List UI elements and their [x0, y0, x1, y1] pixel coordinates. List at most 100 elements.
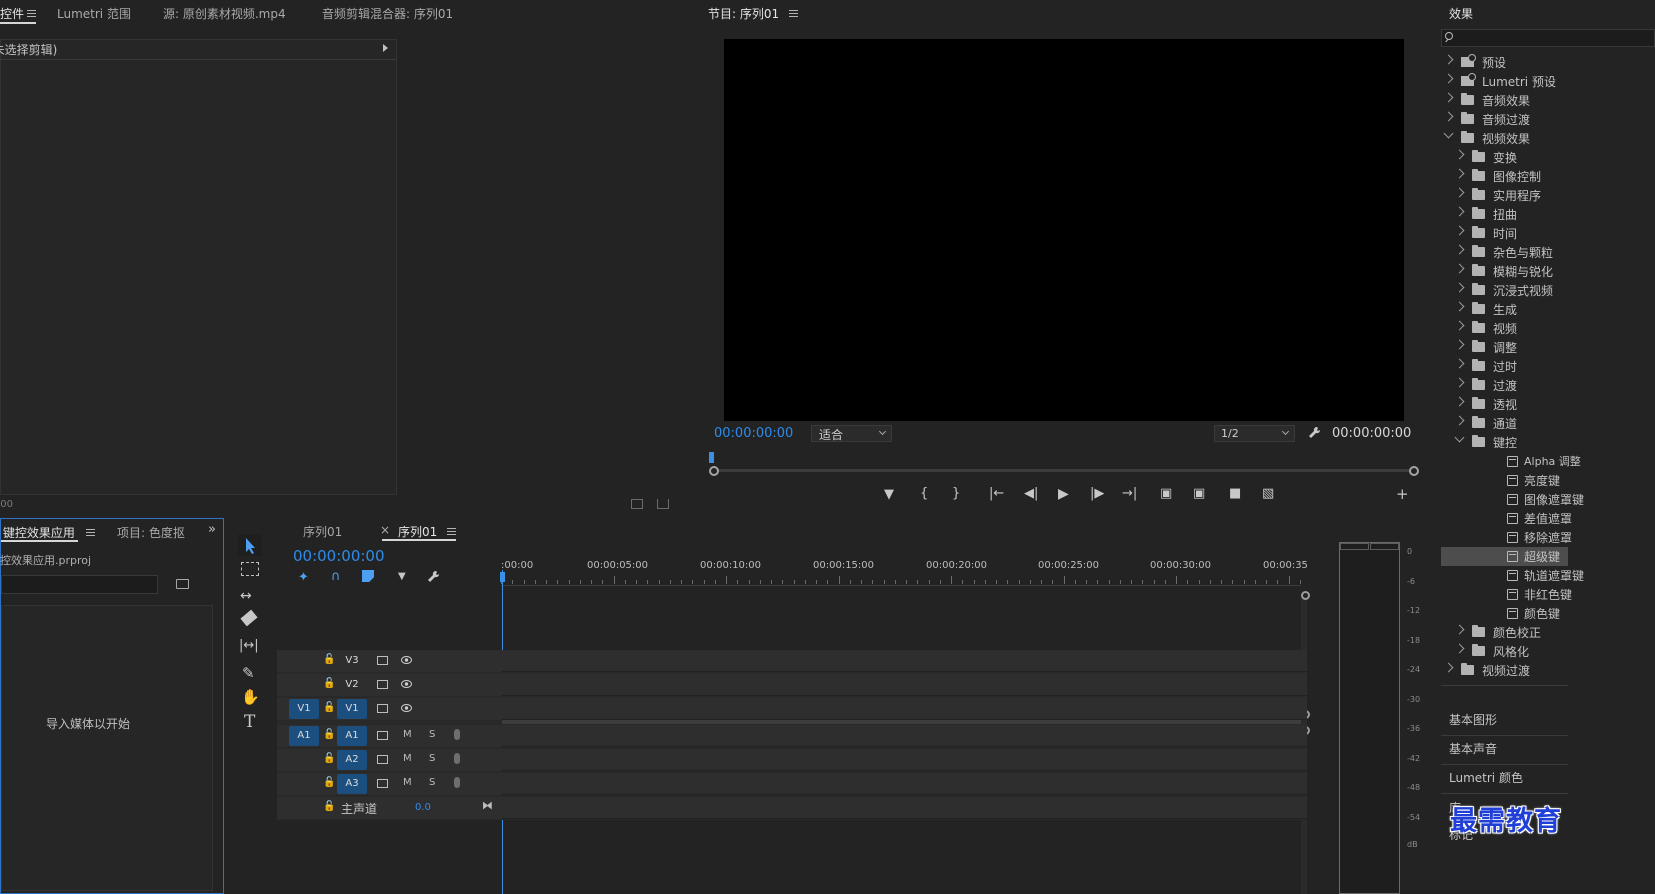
track-v1[interactable]: V1 🔓 V1 — [277, 698, 1307, 720]
film-icon[interactable] — [377, 731, 388, 740]
export-frame-icon[interactable] — [631, 499, 643, 509]
lock-icon[interactable]: 🔓 — [323, 654, 335, 665]
effects-tree-item[interactable]: 通道 — [1441, 414, 1568, 433]
ripple-edit-tool-icon[interactable]: ↔ — [240, 588, 252, 604]
zoom-fit-select[interactable]: 适合 — [811, 425, 892, 442]
chevron-right-icon[interactable] — [1454, 282, 1465, 293]
film-icon[interactable] — [377, 779, 388, 788]
effects-tree-item[interactable]: 亮度键 — [1441, 471, 1568, 490]
scrub-start-handle[interactable] — [709, 466, 719, 476]
effects-tree-item[interactable]: 实用程序 — [1441, 186, 1568, 205]
close-tab-icon[interactable]: × — [380, 523, 390, 537]
video-audio-divider[interactable] — [502, 720, 1301, 724]
add-marker-timeline-icon[interactable]: ▼ — [398, 571, 406, 582]
chevron-right-icon[interactable] — [1443, 73, 1454, 84]
go-to-end-icon[interactable]: ⧓ — [482, 799, 493, 812]
effects-tree-item[interactable]: 图像控制 — [1441, 167, 1568, 186]
effects-tree-item[interactable]: Alpha 调整 — [1441, 452, 1581, 471]
film-icon[interactable] — [377, 755, 388, 764]
chevron-right-icon[interactable] — [1454, 244, 1465, 255]
export-icon[interactable] — [657, 499, 669, 509]
program-monitor-title[interactable]: 节目: 序列01 — [708, 5, 779, 22]
project-search-input[interactable] — [1, 575, 158, 594]
scrub-bar[interactable] — [715, 469, 1412, 472]
expand-arrow-icon[interactable] — [383, 44, 388, 52]
chevron-right-icon[interactable] — [1454, 263, 1465, 274]
track-label-a3[interactable]: A3 — [337, 774, 367, 794]
film-icon[interactable] — [377, 656, 388, 665]
compare-view-icon[interactable]: ▧ — [1262, 486, 1274, 501]
effects-tree-item[interactable]: 差值遮罩 — [1441, 509, 1572, 528]
effects-tree-item[interactable]: 预设 — [1441, 53, 1568, 72]
extract-icon[interactable]: ▣ — [1193, 486, 1205, 501]
lock-icon[interactable]: 🔓 — [323, 678, 335, 689]
playhead-marker[interactable] — [709, 452, 714, 463]
microphone-icon[interactable] — [454, 777, 460, 788]
effects-tree-item[interactable]: Lumetri 预设 — [1441, 72, 1568, 91]
tab-audio-clip-mixer[interactable]: 音频剪辑混合器: 序列01 — [322, 5, 453, 22]
wrench-icon[interactable] — [1308, 426, 1321, 439]
track-a2[interactable]: 🔓 A2 M S — [277, 749, 1307, 771]
chevron-right-icon[interactable] — [1454, 206, 1465, 217]
pen-tool-icon[interactable]: ✎ — [242, 664, 255, 682]
nest-toggle-icon[interactable]: ✦ — [298, 570, 309, 585]
effects-tree-item[interactable]: 超级键 — [1441, 547, 1568, 566]
microphone-icon[interactable] — [454, 753, 460, 764]
panel-lumetri-color[interactable]: Lumetri 颜色 — [1449, 769, 1523, 786]
effects-tree-item[interactable]: 杂色与颗粒 — [1441, 243, 1568, 262]
chevron-right-icon[interactable] — [1454, 624, 1465, 635]
effects-tree-item[interactable]: 音频效果 — [1441, 91, 1568, 110]
program-timecode-current[interactable]: 00:00:00:00 — [714, 426, 793, 441]
effects-tree-item[interactable]: 键控 — [1441, 432, 1568, 452]
track-label-v2[interactable]: V2 — [337, 675, 367, 695]
chevron-right-icon[interactable] — [1454, 377, 1465, 388]
tab-effect-controls[interactable]: 效果控件 — [0, 5, 24, 22]
mute-button[interactable]: M — [403, 729, 412, 740]
program-menu-icon[interactable] — [789, 10, 798, 17]
effects-tree-item[interactable]: 过渡 — [1441, 376, 1568, 395]
source-patch-v1[interactable]: V1 — [289, 699, 319, 719]
panel-essential-sound[interactable]: 基本声音 — [1449, 740, 1497, 757]
timeline-menu-icon[interactable] — [447, 528, 456, 535]
effects-tree-item[interactable]: 颜色键 — [1441, 604, 1568, 623]
effects-tree-item[interactable]: 模糊与锐化 — [1441, 262, 1568, 281]
camera-icon[interactable]: ■ — [1229, 486, 1241, 501]
new-bin-icon[interactable] — [176, 579, 189, 589]
eye-icon[interactable] — [401, 656, 412, 664]
chevron-right-icon[interactable] — [1454, 320, 1465, 331]
chevron-right-icon[interactable] — [1454, 339, 1465, 350]
effects-tree-item[interactable]: 透视 — [1441, 395, 1568, 414]
effects-tree-item[interactable]: 过时 — [1441, 357, 1568, 376]
effects-tree-item[interactable]: 视频 — [1441, 319, 1568, 338]
tab-project-chroma[interactable]: 项目: 色度抠 — [117, 524, 185, 541]
source-patch-a1[interactable]: A1 — [289, 726, 319, 746]
mute-button[interactable]: M — [403, 777, 412, 788]
solo-button[interactable]: S — [429, 777, 435, 788]
track-v2[interactable]: 🔓 V2 — [277, 674, 1307, 696]
solo-button[interactable]: S — [429, 729, 435, 740]
playhead-handle[interactable] — [500, 572, 505, 582]
chevron-right-icon[interactable] — [1454, 168, 1465, 179]
chevron-right-icon[interactable] — [1454, 643, 1465, 654]
track-v3[interactable]: 🔓 V3 — [277, 650, 1307, 672]
effects-tree-item[interactable]: 视频效果 — [1441, 128, 1568, 148]
eye-icon[interactable] — [401, 680, 412, 688]
razor-tool-icon[interactable] — [240, 609, 258, 627]
chevron-down-icon[interactable] — [1443, 128, 1454, 139]
tab-lumetri-scopes[interactable]: Lumetri 范围 — [57, 5, 131, 22]
track-label-v3[interactable]: V3 — [337, 651, 367, 671]
chevron-right-icon[interactable] — [1443, 54, 1454, 65]
timeline-timecode[interactable]: 00:00:00:00 — [293, 547, 385, 565]
go-to-in-icon[interactable]: |← — [989, 486, 1004, 501]
step-back-icon[interactable]: ◀| — [1024, 486, 1038, 501]
master-volume-value[interactable]: 0.0 — [415, 802, 431, 813]
chevron-down-icon[interactable] — [1454, 432, 1465, 443]
mute-button[interactable]: M — [403, 753, 412, 764]
effects-tree-item[interactable]: 扭曲 — [1441, 205, 1568, 224]
track-a3[interactable]: 🔓 A3 M S — [277, 773, 1307, 795]
chevron-right-icon[interactable] — [1454, 149, 1465, 160]
eye-icon[interactable] — [401, 704, 412, 712]
lock-icon[interactable]: 🔓 — [323, 777, 335, 788]
add-button-icon[interactable]: + — [1396, 485, 1409, 503]
effects-tree-item[interactable]: 调整 — [1441, 338, 1568, 357]
